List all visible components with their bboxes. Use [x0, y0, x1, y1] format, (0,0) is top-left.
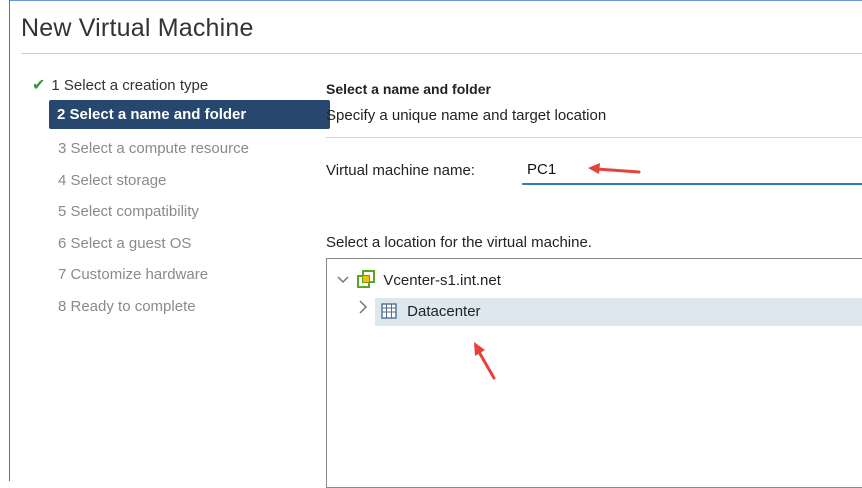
- section-divider: [326, 137, 862, 138]
- step-label: 6 Select a guest OS: [58, 235, 192, 252]
- window-left-border: [9, 0, 10, 481]
- step-label: 1 Select a creation type: [51, 77, 209, 94]
- step-4: 4 Select storage: [58, 167, 166, 195]
- tree-node-label: Datacenter: [407, 303, 481, 320]
- location-tree[interactable]: Vcenter-s1.int.net Datacenter: [326, 258, 862, 488]
- vcenter-icon: [357, 270, 376, 298]
- step-label: 2 Select a name and folder: [57, 106, 247, 123]
- section-heading: Select a name and folder: [326, 81, 491, 97]
- window-top-border: [9, 0, 862, 1]
- vm-name-label: Virtual machine name:: [326, 162, 475, 179]
- dialog-title: New Virtual Machine: [21, 14, 254, 42]
- step-8: 8 Ready to complete: [58, 293, 196, 321]
- tree-node-datacenter[interactable]: Datacenter: [375, 298, 862, 326]
- tree-node-vcenter[interactable]: Vcenter-s1.int.net: [337, 267, 501, 295]
- title-divider: [21, 53, 862, 54]
- step-label: 4 Select storage: [58, 172, 167, 189]
- chevron-down-icon[interactable]: [337, 267, 351, 295]
- step-1[interactable]: ✔ 1 Select a creation type: [32, 72, 208, 100]
- section-subheading: Specify a unique name and target locatio…: [326, 107, 607, 124]
- tree-node-label: Vcenter-s1.int.net: [383, 272, 501, 289]
- chevron-right-icon[interactable]: [358, 300, 368, 319]
- step-label: 7 Customize hardware: [58, 266, 209, 283]
- step-3: 3 Select a compute resource: [58, 135, 249, 163]
- step-5: 5 Select compatibility: [58, 198, 199, 226]
- annotation-arrow-icon: [474, 342, 496, 380]
- step-label: 3 Select a compute resource: [58, 140, 249, 157]
- checkmark-icon: ✔: [32, 77, 46, 94]
- step-label: 8 Ready to complete: [58, 298, 196, 315]
- vm-name-input[interactable]: [522, 155, 862, 185]
- step-label: 5 Select compatibility: [58, 203, 199, 220]
- datacenter-icon: [381, 301, 397, 329]
- annotation-arrow-icon: [588, 163, 641, 174]
- step-6: 6 Select a guest OS: [58, 230, 191, 258]
- step-7: 7 Customize hardware: [58, 261, 208, 289]
- location-label: Select a location for the virtual machin…: [326, 234, 592, 251]
- step-2[interactable]: 2 Select a name and folder: [49, 100, 330, 129]
